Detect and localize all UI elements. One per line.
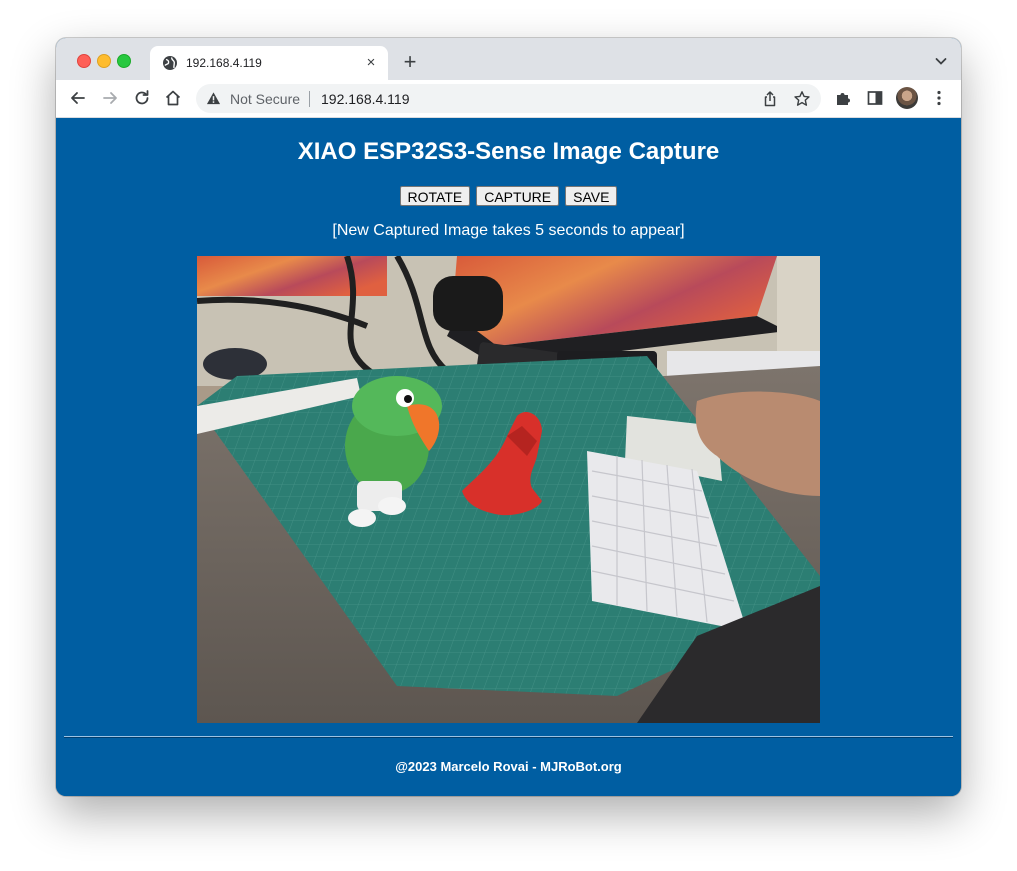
- forward-arrow-icon[interactable]: [100, 88, 120, 108]
- address-bar[interactable]: Not Secure 192.168.4.119: [196, 84, 821, 113]
- minimize-window-button[interactable]: [97, 54, 111, 68]
- footer-text: @2023 Marcelo Rovai - MJRoBot.org: [395, 759, 622, 774]
- plus-icon[interactable]: +: [398, 50, 422, 74]
- back-arrow-icon[interactable]: [68, 88, 88, 108]
- bookmark-star-icon[interactable]: [793, 90, 811, 108]
- close-window-button[interactable]: [77, 54, 91, 68]
- warning-icon[interactable]: [206, 91, 221, 106]
- share-icon[interactable]: [761, 90, 779, 108]
- page-title: XIAO ESP32S3-Sense Image Capture: [297, 138, 720, 165]
- button-row: ROTATE CAPTURE SAVE: [56, 186, 961, 206]
- rotate-button[interactable]: ROTATE: [399, 186, 471, 206]
- side-panel-icon[interactable]: [865, 88, 885, 108]
- home-icon[interactable]: [163, 88, 183, 108]
- browser-window: 192.168.4.119 × + Not Secure 192.168.4.1…: [56, 38, 961, 796]
- profile-avatar[interactable]: [896, 87, 918, 109]
- capture-button[interactable]: CAPTURE: [476, 186, 560, 206]
- url-text[interactable]: 192.168.4.119: [321, 91, 410, 107]
- close-icon[interactable]: ×: [362, 54, 380, 72]
- page-content: XIAO ESP32S3-Sense Image Capture ROTATE …: [56, 118, 961, 796]
- captured-photo: [197, 256, 820, 723]
- security-label[interactable]: Not Secure: [230, 91, 300, 107]
- tab-active[interactable]: 192.168.4.119 ×: [150, 46, 388, 80]
- browser-toolbar: Not Secure 192.168.4.119: [56, 80, 961, 118]
- more-vert-icon[interactable]: [929, 88, 949, 108]
- reload-icon[interactable]: [132, 88, 152, 108]
- save-button[interactable]: SAVE: [565, 186, 618, 206]
- extensions-icon[interactable]: [833, 88, 853, 108]
- zoom-window-button[interactable]: [117, 54, 131, 68]
- omnibox-divider: [309, 91, 310, 107]
- capture-delay-note: [New Captured Image takes 5 seconds to a…: [332, 222, 685, 239]
- tab-title: 192.168.4.119: [186, 56, 262, 70]
- globe-icon: [163, 56, 177, 70]
- chevron-down-icon[interactable]: [933, 53, 949, 69]
- tab-bar: 192.168.4.119 × +: [56, 38, 961, 80]
- horizontal-rule: [64, 736, 953, 738]
